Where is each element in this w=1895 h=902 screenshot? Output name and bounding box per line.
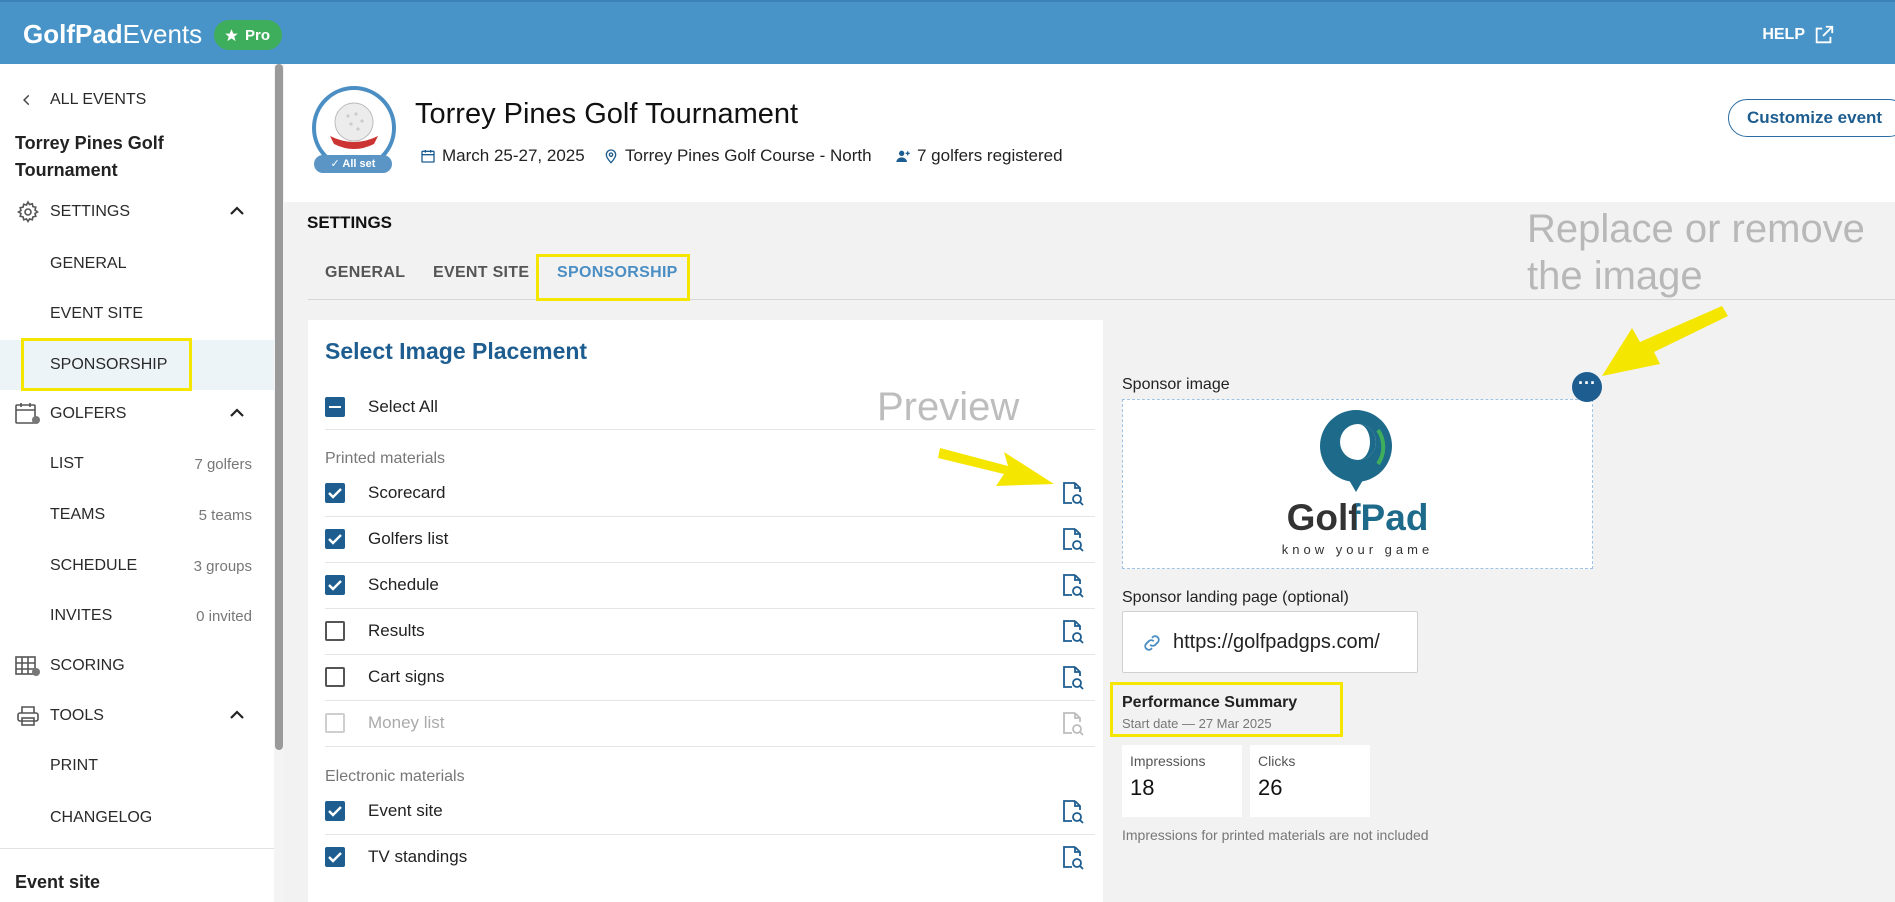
scoring-grid-icon bbox=[15, 656, 40, 676]
help-link[interactable]: HELP bbox=[1762, 24, 1835, 46]
preview-icon[interactable] bbox=[1059, 527, 1085, 553]
select-all-checkbox[interactable] bbox=[325, 397, 345, 417]
preview-arrow bbox=[938, 448, 1054, 486]
sidebar-item-tools[interactable]: TOOLS bbox=[0, 692, 274, 740]
event-golfers-count: 7 golfers registered bbox=[895, 146, 1063, 166]
clicks-card: Clicks 26 bbox=[1250, 745, 1370, 817]
placement-row-schedule[interactable]: Schedule bbox=[325, 563, 1095, 609]
sidebar-item-golfers[interactable]: GOLFERS bbox=[0, 390, 274, 438]
sidebar-item-invites[interactable]: INVITES 0 invited bbox=[0, 592, 274, 640]
user-add-icon bbox=[896, 150, 910, 162]
placement-row-golfers-list[interactable]: Golfers list bbox=[325, 517, 1095, 563]
printed-materials-label: Printed materials bbox=[325, 450, 446, 467]
preview-annotation: Preview bbox=[877, 385, 1020, 429]
scrollbar-thumb[interactable] bbox=[275, 64, 283, 750]
landing-page-input[interactable]: https://golfpadgps.com/ bbox=[1122, 611, 1418, 673]
sponsor-image-dropzone[interactable]: GolfPad know your game bbox=[1122, 399, 1593, 569]
placement-row-money-list: Money list bbox=[325, 701, 1095, 747]
chevron-up-icon bbox=[230, 710, 244, 719]
sidebar-item-scoring[interactable]: SCORING bbox=[0, 642, 274, 690]
replace-arrow bbox=[1602, 306, 1728, 376]
sidebar-divider bbox=[0, 848, 274, 849]
top-bar: GolfPadEvents Pro HELP bbox=[0, 0, 1895, 64]
chevron-up-icon bbox=[230, 206, 244, 215]
landing-page-label: Sponsor landing page (optional) bbox=[1122, 589, 1349, 606]
tab-event-site[interactable]: EVENT SITE bbox=[433, 264, 529, 282]
star-icon bbox=[225, 28, 238, 41]
sponsor-image-label: Sponsor image bbox=[1122, 376, 1230, 393]
settings-heading: SETTINGS bbox=[307, 213, 393, 232]
sidebar-event-name: Torrey Pines Golf Tournament bbox=[15, 133, 164, 180]
placement-row-cart-signs[interactable]: Cart signs bbox=[325, 655, 1095, 701]
calendar-icon bbox=[421, 150, 435, 163]
checkbox-checked[interactable] bbox=[325, 483, 345, 503]
sidebar-item-settings[interactable]: SETTINGS bbox=[0, 188, 274, 236]
checkbox-unchecked[interactable] bbox=[325, 621, 345, 641]
printer-icon bbox=[17, 706, 39, 726]
sidebar-item-teams[interactable]: TEAMS 5 teams bbox=[0, 491, 274, 539]
event-header bbox=[284, 64, 1895, 202]
app-logo[interactable]: GolfPadEvents bbox=[23, 19, 202, 50]
impressions-note: Impressions for printed materials are no… bbox=[1122, 827, 1429, 843]
checkbox-unchecked[interactable] bbox=[325, 667, 345, 687]
gear-icon bbox=[16, 200, 39, 224]
preview-icon[interactable] bbox=[1059, 481, 1085, 507]
tab-general[interactable]: GENERAL bbox=[325, 264, 405, 282]
placement-row-tv-standings[interactable]: TV standings bbox=[325, 835, 1095, 881]
preview-icon[interactable] bbox=[1059, 573, 1085, 599]
preview-icon[interactable] bbox=[1059, 619, 1085, 645]
sidebar-item-general[interactable]: GENERAL bbox=[0, 240, 274, 288]
placement-row-results[interactable]: Results bbox=[325, 609, 1095, 655]
checkbox-checked[interactable] bbox=[325, 847, 345, 867]
checkbox-checked[interactable] bbox=[325, 529, 345, 549]
highlight-tab-sponsorship bbox=[536, 254, 690, 301]
chevron-up-icon bbox=[230, 408, 244, 417]
sidebar-footer-event-site[interactable]: Event site bbox=[15, 872, 100, 893]
link-icon bbox=[1144, 635, 1160, 651]
page-title: Torrey Pines Golf Tournament bbox=[415, 98, 799, 130]
impressions-card: Impressions 18 bbox=[1122, 745, 1242, 817]
sidebar-item-list[interactable]: LIST 7 golfers bbox=[0, 440, 274, 488]
sidebar-scrollbar[interactable] bbox=[274, 64, 284, 902]
preview-icon bbox=[1063, 712, 1084, 736]
customize-event-button[interactable]: Customize event bbox=[1728, 99, 1895, 137]
placement-title: Select Image Placement bbox=[325, 338, 588, 364]
location-pin-icon bbox=[605, 149, 617, 164]
event-date: March 25-27, 2025 bbox=[420, 146, 585, 166]
checkbox-disabled bbox=[325, 713, 345, 733]
pro-badge: Pro bbox=[214, 20, 283, 50]
event-course: Torrey Pines Golf Course - North bbox=[603, 146, 872, 166]
golfpad-tagline: know your game bbox=[1281, 542, 1434, 557]
calendar-user-icon bbox=[15, 403, 40, 424]
highlight-sidebar-sponsorship bbox=[21, 338, 192, 391]
back-to-all-events[interactable]: ALL EVENTS bbox=[0, 76, 274, 124]
sidebar-item-schedule[interactable]: SCHEDULE 3 groups bbox=[0, 542, 274, 590]
preview-icon[interactable] bbox=[1059, 665, 1085, 691]
sidebar-item-print[interactable]: PRINT bbox=[0, 742, 274, 790]
preview-icon[interactable] bbox=[1059, 799, 1085, 825]
replace-annotation: Replace or remove the image bbox=[1527, 207, 1865, 298]
sidebar-item-event-site[interactable]: EVENT SITE bbox=[0, 290, 274, 338]
placement-row-event-site[interactable]: Event site bbox=[325, 789, 1095, 835]
golfpad-logo-word: GolfPad bbox=[1286, 497, 1429, 538]
electronic-materials-label: Electronic materials bbox=[325, 768, 465, 785]
all-set-badge: ✓ All set bbox=[314, 155, 392, 173]
external-link-icon bbox=[1815, 25, 1834, 44]
highlight-performance-summary bbox=[1110, 682, 1343, 737]
sidebar: ALL EVENTS Torrey Pines Golf Tournament … bbox=[0, 64, 274, 902]
checkbox-checked[interactable] bbox=[325, 801, 345, 821]
sidebar-item-changelog[interactable]: CHANGELOG bbox=[0, 794, 274, 842]
checkbox-checked[interactable] bbox=[325, 575, 345, 595]
chevron-left-icon bbox=[23, 94, 30, 106]
preview-icon[interactable] bbox=[1059, 845, 1085, 871]
